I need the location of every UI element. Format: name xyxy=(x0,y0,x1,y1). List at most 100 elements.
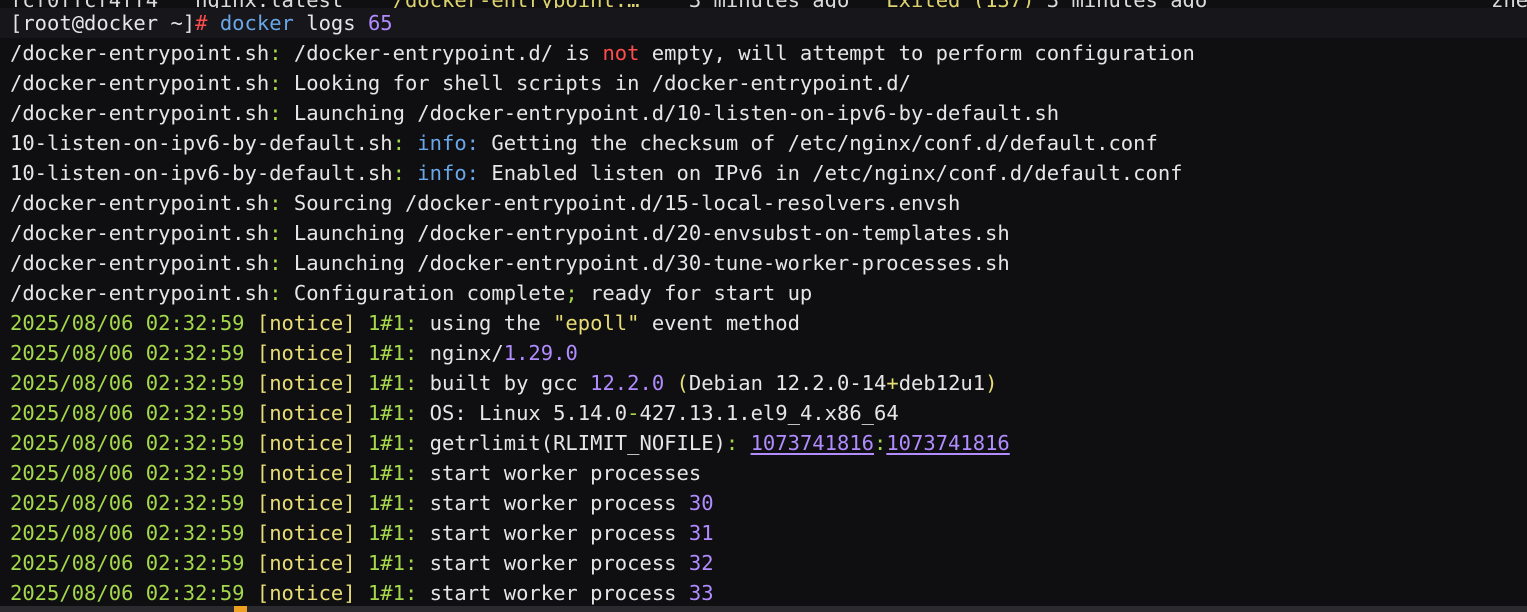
nginx-log-line: 2025/08/06 02:32:59 [notice] 1#1: start … xyxy=(10,578,714,608)
log-source: /docker-entrypoint.sh xyxy=(10,251,270,275)
log-source: /docker-entrypoint.sh xyxy=(10,71,270,95)
nginx-log-line: 2025/08/06 02:32:59 [notice] 1#1: getrli… xyxy=(10,431,1010,455)
log-pid: 1#1: xyxy=(367,311,418,335)
log-pid: 1#1: xyxy=(367,551,418,575)
log-source: /docker-entrypoint.sh xyxy=(10,101,270,125)
log-level: info: xyxy=(417,161,480,185)
command-args: logs xyxy=(306,11,356,35)
log-level: [notice] xyxy=(256,371,356,395)
gcc-version: 12.2.0 xyxy=(590,371,665,395)
log-date: 2025/08/06 xyxy=(10,461,134,485)
log-message: Launching /docker-entrypoint.d/30-tune-w… xyxy=(293,251,1010,275)
log-level: [notice] xyxy=(256,461,356,485)
log-pid: 1#1: xyxy=(367,371,418,395)
log-time: 02:32:59 xyxy=(145,461,245,485)
nginx-log-line: 2025/08/06 02:32:59 [notice] 1#1: start … xyxy=(10,548,714,578)
log-source: 10-listen-on-ipv6-by-default.sh xyxy=(10,131,393,155)
log-message: start worker process xyxy=(429,521,689,545)
log-pid: 1#1: xyxy=(367,491,418,515)
nginx-log-line: 2025/08/06 02:32:59 [notice] 1#1: start … xyxy=(10,518,714,548)
worker-pid: 33 xyxy=(688,581,714,605)
log-source: /docker-entrypoint.sh xyxy=(10,281,270,305)
log-time: 02:32:59 xyxy=(145,521,245,545)
log-highlight: not xyxy=(602,41,640,65)
nginx-log-line: 2025/08/06 02:32:59 [notice] 1#1: OS: Li… xyxy=(10,401,899,425)
debian-version: Debian 12.2.0-14 xyxy=(688,371,887,395)
log-message: Configuration complete xyxy=(293,281,566,305)
nginx-version: 1.29.0 xyxy=(503,341,578,365)
log-message-rest: empty, will attempt to perform configura… xyxy=(639,41,1195,65)
worker-pid: 30 xyxy=(688,491,714,515)
log-date: 2025/08/06 xyxy=(10,491,134,515)
log-message: Launching /docker-entrypoint.d/10-listen… xyxy=(293,101,1060,125)
log-message: start worker process xyxy=(429,581,689,605)
log-message-rest: ready for start up xyxy=(577,281,813,305)
log-time: 02:32:59 xyxy=(145,551,245,575)
log-message: /docker-entrypoint.d/ is xyxy=(293,41,603,65)
log-message: Looking for shell scripts in /docker-ent… xyxy=(293,71,911,95)
log-date: 2025/08/06 xyxy=(10,401,134,425)
container-arg: 65 xyxy=(367,11,393,35)
log-line: /docker-entrypoint.sh: Launching /docker… xyxy=(10,101,1060,125)
log-line: /docker-entrypoint.sh: /docker-entrypoin… xyxy=(10,41,1195,65)
log-message: built by gcc xyxy=(429,371,591,395)
log-line: /docker-entrypoint.sh: Launching /docker… xyxy=(10,221,1010,245)
log-line: /docker-entrypoint.sh: Looking for shell… xyxy=(10,71,911,95)
log-line: 10-listen-on-ipv6-by-default.sh: info: G… xyxy=(10,131,1158,155)
log-time: 02:32:59 xyxy=(145,311,245,335)
log-time: 02:32:59 xyxy=(145,401,245,425)
log-level: info: xyxy=(417,131,480,155)
terminal-cursor xyxy=(234,606,247,612)
nginx-log-line: 2025/08/06 02:32:59 [notice] 1#1: using … xyxy=(10,311,800,335)
log-source: /docker-entrypoint.sh xyxy=(10,191,270,215)
os-label: OS: Linux 5.14.0 xyxy=(429,401,628,425)
log-time: 02:32:59 xyxy=(145,581,245,605)
nginx-log-line: 2025/08/06 02:32:59 [notice] 1#1: start … xyxy=(10,488,714,518)
log-line: 10-listen-on-ipv6-by-default.sh: info: E… xyxy=(10,161,1183,185)
log-level: [notice] xyxy=(256,341,356,365)
rlimit-max-value: 1073741816 xyxy=(886,431,1010,455)
log-pid: 1#1: xyxy=(367,431,418,455)
log-pid: 1#1: xyxy=(367,521,418,545)
debian-suffix: deb12u1 xyxy=(898,371,986,395)
log-message: start worker process xyxy=(429,491,689,515)
log-pid: 1#1: xyxy=(367,461,418,485)
log-message: Sourcing /docker-entrypoint.d/15-local-r… xyxy=(293,191,961,215)
log-line: /docker-entrypoint.sh: Launching /docker… xyxy=(10,251,1010,275)
log-message: using the xyxy=(429,311,554,335)
log-date: 2025/08/06 xyxy=(10,551,134,575)
log-pid: 1#1: xyxy=(367,341,418,365)
log-source: 10-listen-on-ipv6-by-default.sh xyxy=(10,161,393,185)
log-source: /docker-entrypoint.sh xyxy=(10,41,270,65)
log-time: 02:32:59 xyxy=(145,491,245,515)
nginx-log-line: 2025/08/06 02:32:59 [notice] 1#1: start … xyxy=(10,458,701,488)
log-level: [notice] xyxy=(256,311,356,335)
log-time: 02:32:59 xyxy=(145,431,245,455)
nginx-log-line: 2025/08/06 02:32:59 [notice] 1#1: nginx/… xyxy=(10,338,578,368)
terminal-scroll-edge[interactable] xyxy=(0,606,1527,612)
log-message: start worker process xyxy=(429,551,689,575)
log-message: Getting the checksum of /etc/nginx/conf.… xyxy=(491,131,1158,155)
log-level: [notice] xyxy=(256,491,356,515)
log-date: 2025/08/06 xyxy=(10,431,134,455)
log-pid: 1#1: xyxy=(367,581,418,605)
log-date: 2025/08/06 xyxy=(10,581,134,605)
log-source: /docker-entrypoint.sh xyxy=(10,221,270,245)
log-time: 02:32:59 xyxy=(145,371,245,395)
log-quoted-value: "epoll" xyxy=(553,311,640,335)
command-prompt-line[interactable]: [root@docker ~]# docker logs 65 xyxy=(0,8,1527,38)
log-message: Enabled listen on IPv6 in /etc/nginx/con… xyxy=(491,161,1183,185)
log-level: [notice] xyxy=(256,521,356,545)
os-kernel: 427.13.1.el9_4.x86_64 xyxy=(639,401,899,425)
prompt-user-host: [root@docker ~] xyxy=(10,11,196,35)
command-name: docker xyxy=(219,11,294,35)
log-level: [notice] xyxy=(256,401,356,425)
log-pid: 1#1: xyxy=(367,401,418,425)
terminal-window[interactable]: fcf0ffcf4ff4 nginx:latest "/docker-entry… xyxy=(0,0,1527,612)
log-level: [notice] xyxy=(256,551,356,575)
log-message: nginx/ xyxy=(429,341,504,365)
log-line: /docker-entrypoint.sh: Configuration com… xyxy=(10,281,813,305)
prompt-symbol: # xyxy=(195,11,208,35)
log-level: [notice] xyxy=(256,431,356,455)
log-date: 2025/08/06 xyxy=(10,311,134,335)
